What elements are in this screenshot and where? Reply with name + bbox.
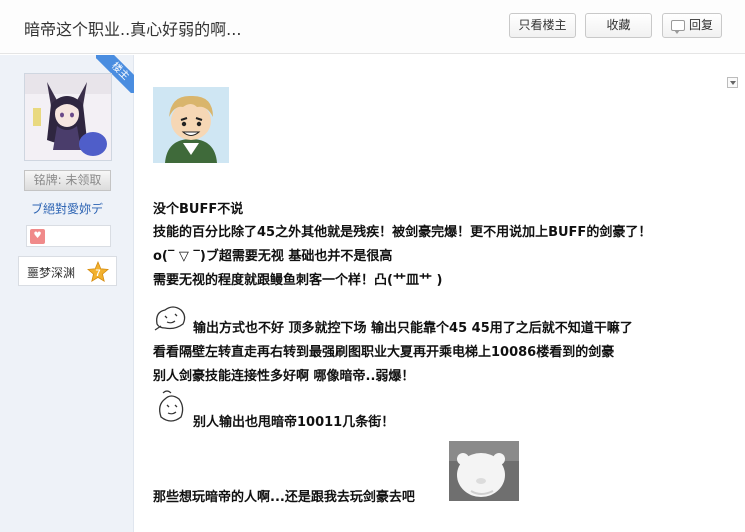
post-text-line: 输出方式也不好 顶多就控下场 输出只能靠个45 45用了之后就不知道干嘛了: [193, 321, 633, 336]
favorite-button[interactable]: 收藏: [585, 13, 652, 38]
post-text-line: 看看隔壁左转直走再右转到最强刷图职业大夏再开乘电梯上10086楼看到的剑豪: [153, 345, 615, 360]
post-content: 没个BUFF不说 技能的百分比除了45之外其他就是残疾！被剑豪完爆！更不用说加上…: [134, 55, 745, 532]
fan-level-number: 7: [95, 268, 100, 278]
fan-title: 噩梦深渊: [27, 266, 76, 280]
doodle-emoticon-image: [154, 306, 186, 331]
post-text-line: 技能的百分比除了45之外其他就是残疾！被剑豪完爆！更不用说加上BUFF的剑豪了！: [153, 225, 652, 240]
author-username[interactable]: ブ絕對愛妳デ: [0, 200, 134, 217]
post-text-line: 那些想玩暗帝的人啊...还是跟我去玩剑豪去吧: [153, 490, 415, 505]
thread-title: 暗帝这个职业..真心好弱的啊...: [24, 20, 242, 39]
cartoon-boy-image: [153, 87, 229, 163]
author-sidebar: 楼主 铭牌: 未领取 ブ絕對愛妳デ ♥ 噩梦深渊 7: [0, 55, 134, 532]
post-text-line: 别人剑豪技能连接性多好啊 哪像暗帝..弱爆！: [153, 369, 415, 384]
member-level-box: ♥: [26, 225, 111, 247]
reply-icon: [670, 20, 685, 34]
doodle-emoticon-image: [159, 390, 184, 422]
author-avatar[interactable]: [24, 73, 112, 161]
post-text-line: o(‾ ▽ ‾)ブ超需要无视 基础也并不是很高: [153, 249, 393, 264]
reply-button[interactable]: 回复: [662, 13, 722, 38]
post-text-line: 需要无视的程度就跟鳗鱼刺客一个样！凸(艹皿艹 ): [153, 273, 443, 288]
post-text-line: 没个BUFF不说: [153, 202, 244, 217]
only-author-button[interactable]: 只看楼主: [509, 13, 576, 38]
white-bear-emoticon-image: [449, 441, 519, 501]
reply-button-label: 回复: [688, 18, 713, 32]
fan-level-star-icon: 7: [87, 261, 109, 283]
thread-header: 暗帝这个职业..真心好弱的啊... 只看楼主 收藏 回复: [0, 0, 745, 54]
post-text-line: 别人输出也甩暗帝10011几条街！: [193, 415, 395, 430]
post-menu-arrow-icon[interactable]: [727, 77, 738, 88]
fan-level-box[interactable]: 噩梦深渊 7: [18, 256, 117, 286]
member-level-icon: ♥: [30, 229, 45, 244]
anime-girl-avatar-image: [25, 74, 111, 160]
nameplate-badge[interactable]: 铭牌: 未领取: [24, 170, 111, 191]
